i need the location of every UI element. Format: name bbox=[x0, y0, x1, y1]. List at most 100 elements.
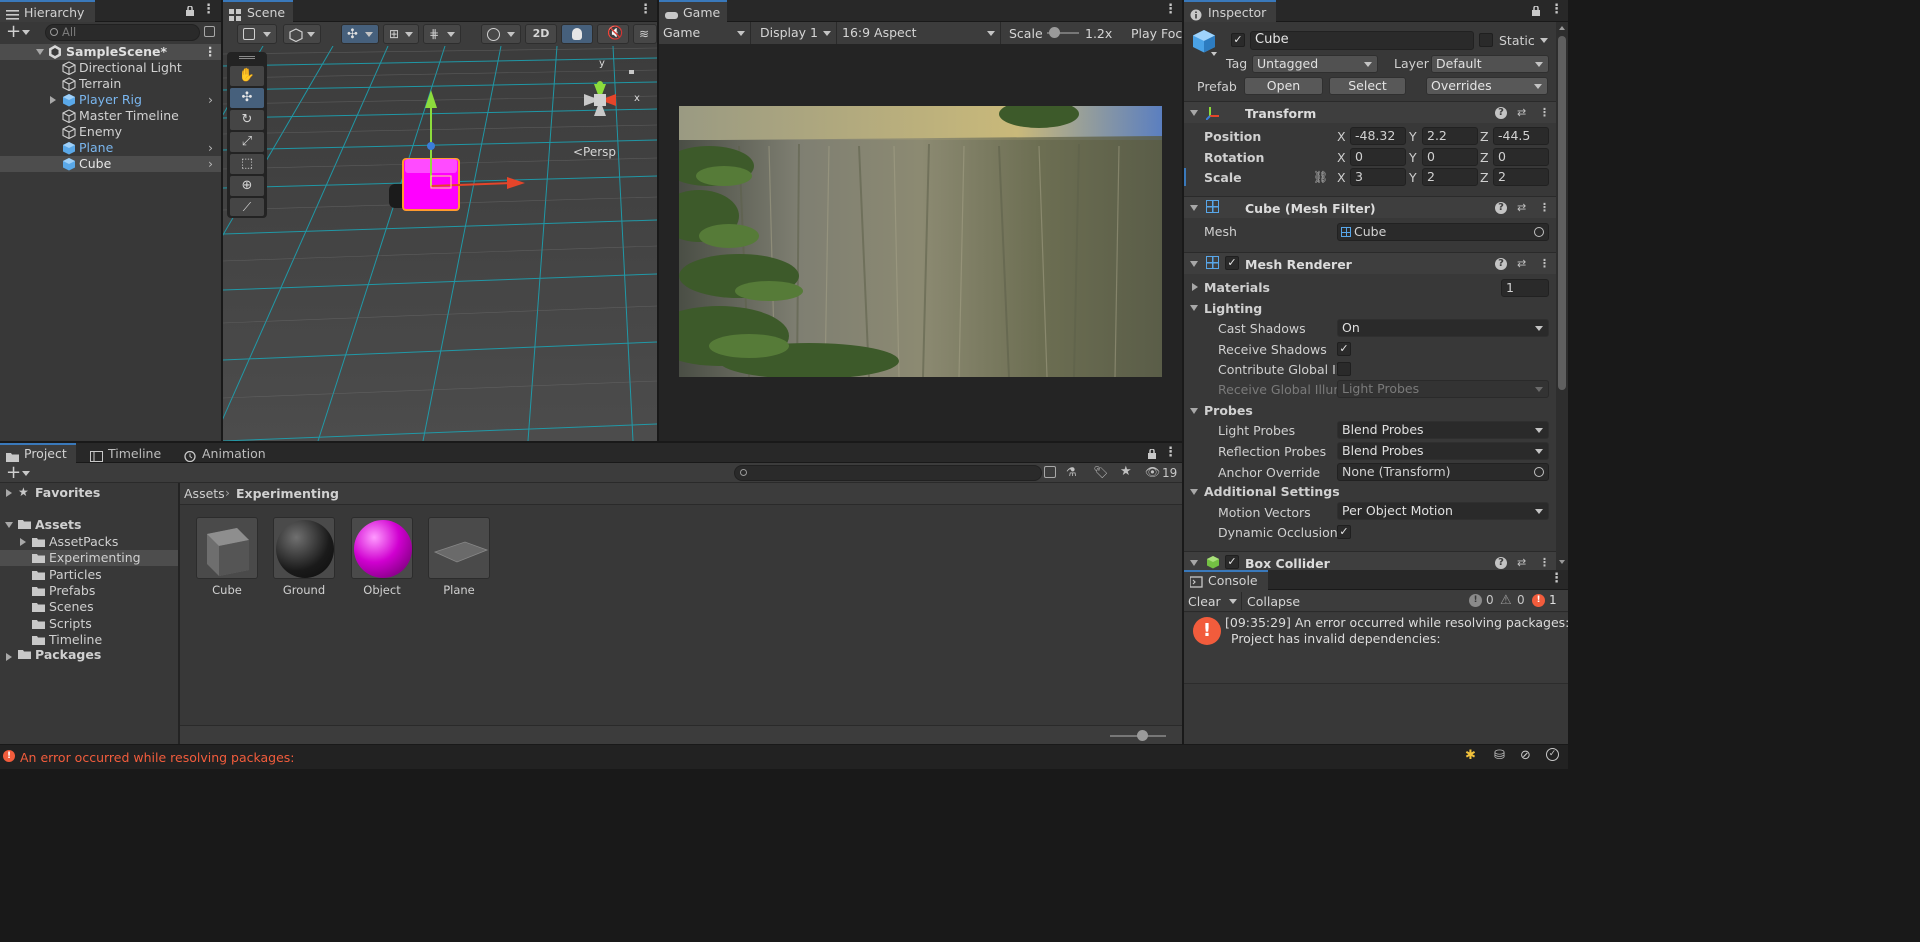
presets-icon[interactable]: ⇄ bbox=[1517, 201, 1526, 214]
fold-closed-icon[interactable] bbox=[6, 489, 12, 497]
tab-game[interactable]: Game bbox=[659, 0, 727, 22]
hand-tool-button[interactable]: ✋ bbox=[230, 66, 264, 86]
draw-mode-button[interactable] bbox=[237, 24, 277, 44]
fold-open-icon[interactable] bbox=[1190, 110, 1198, 116]
axis-y-label[interactable]: Y bbox=[1409, 129, 1417, 144]
hierarchy-item-cube[interactable]: Cube › bbox=[0, 156, 221, 172]
chevron-right-icon[interactable]: › bbox=[208, 156, 213, 172]
add-icon[interactable]: + bbox=[6, 23, 21, 41]
display-dropdown[interactable]: Display 1 bbox=[757, 22, 837, 44]
status-message[interactable]: An error occurred while resolving packag… bbox=[20, 750, 295, 765]
active-checkbox[interactable]: ✓ bbox=[1231, 33, 1245, 47]
fold-open-icon[interactable] bbox=[1190, 205, 1198, 211]
folder-item[interactable]: AssetPacks bbox=[0, 534, 178, 550]
fold-open-icon[interactable] bbox=[1190, 305, 1198, 311]
constrain-proportions-icon[interactable]: ⛓ bbox=[1313, 170, 1328, 184]
breadcrumb-root[interactable]: Assets bbox=[184, 486, 225, 501]
hierarchy-item-enemy[interactable]: Enemy bbox=[0, 124, 221, 140]
chevron-right-icon[interactable]: › bbox=[208, 92, 213, 108]
lighting-bake-icon[interactable]: ✱ bbox=[1465, 748, 1476, 763]
component-menu-icon[interactable]: ⋮ bbox=[1539, 556, 1550, 569]
axis-z-label[interactable]: Z bbox=[1480, 170, 1489, 185]
dynamic-occlusion-checkbox[interactable]: ✓ bbox=[1337, 525, 1351, 539]
transform-scale-y-field[interactable]: 2 bbox=[1422, 168, 1478, 186]
effects-button[interactable]: ≋ bbox=[633, 24, 657, 44]
component-menu-icon[interactable]: ⋮ bbox=[1539, 106, 1550, 119]
help-icon[interactable]: ? bbox=[1495, 107, 1507, 119]
fold-closed-icon[interactable] bbox=[50, 96, 56, 104]
materials-count-field[interactable]: 1 bbox=[1501, 279, 1549, 297]
presets-icon[interactable]: ⇄ bbox=[1517, 556, 1526, 569]
mesh-renderer-enabled-checkbox[interactable]: ✓ bbox=[1225, 256, 1239, 270]
notification-check-icon[interactable]: ✓ bbox=[1546, 748, 1559, 761]
favorites-label[interactable]: Favorites bbox=[35, 485, 100, 500]
box-collider-enabled-checkbox[interactable]: ✓ bbox=[1225, 555, 1239, 569]
anchor-override-field[interactable]: None (Transform) bbox=[1337, 463, 1549, 481]
chevron-down-icon[interactable] bbox=[1211, 52, 1217, 56]
log-filter-button[interactable]: ! 0 bbox=[1469, 593, 1497, 609]
receive-shadows-checkbox[interactable]: ✓ bbox=[1337, 342, 1351, 356]
move-tool-button[interactable]: ✣ bbox=[230, 88, 264, 108]
asset-thumb-plane[interactable] bbox=[428, 517, 490, 579]
game-viewport[interactable] bbox=[659, 44, 1182, 441]
chevron-down-icon[interactable] bbox=[22, 471, 30, 476]
fold-open-icon[interactable] bbox=[1190, 489, 1198, 495]
tab-project[interactable]: Project bbox=[0, 443, 76, 463]
transform-position-y-field[interactable]: 2.2 bbox=[1422, 127, 1478, 145]
tab-timeline[interactable]: Timeline bbox=[84, 443, 170, 463]
light-probes-dropdown[interactable]: Blend Probes bbox=[1337, 421, 1549, 439]
project-menu-icon[interactable]: ⋮ bbox=[1164, 446, 1177, 460]
custom-tool-button[interactable]: ⟋ bbox=[230, 198, 264, 216]
prefab-select-button[interactable]: Select bbox=[1329, 77, 1406, 95]
hierarchy-item-terrain[interactable]: Terrain bbox=[0, 76, 221, 92]
prefab-open-button[interactable]: Open bbox=[1244, 77, 1323, 95]
scale-tool-button[interactable]: ⤢ bbox=[230, 132, 264, 152]
tag-dropdown[interactable]: Untagged bbox=[1252, 55, 1378, 73]
fold-open-icon[interactable] bbox=[1190, 560, 1198, 566]
debug-mode-icon[interactable]: ⊘ bbox=[1520, 748, 1531, 763]
reflection-probes-dropdown[interactable]: Blend Probes bbox=[1337, 442, 1549, 460]
search-by-type-icon[interactable] bbox=[1044, 466, 1056, 478]
transform-handle-button[interactable]: ✣ bbox=[341, 24, 379, 44]
palette-grip[interactable] bbox=[239, 56, 255, 59]
hierarchy-menu-icon[interactable]: ⋮ bbox=[202, 3, 215, 17]
folder-item[interactable]: Experimenting bbox=[0, 550, 178, 567]
transform-position-z-field[interactable]: -44.5 bbox=[1493, 127, 1549, 145]
error-filter-button[interactable]: ! 1 bbox=[1532, 593, 1560, 609]
axis-z-label[interactable]: Z bbox=[1480, 150, 1489, 165]
console-entry[interactable]: ! [09:35:29] An error occurred while res… bbox=[1184, 613, 1569, 684]
clear-button[interactable]: Clear bbox=[1188, 594, 1221, 609]
folder-item[interactable]: Particles bbox=[0, 567, 178, 583]
transform-scale-x-field[interactable]: 3 bbox=[1350, 168, 1406, 186]
tab-scene[interactable]: Scene bbox=[223, 0, 293, 22]
fold-open-icon[interactable] bbox=[1190, 261, 1198, 267]
object-picker-icon[interactable] bbox=[1534, 227, 1544, 237]
fold-open-icon[interactable] bbox=[1190, 408, 1198, 414]
transform-rotation-z-field[interactable]: 0 bbox=[1493, 148, 1549, 166]
axis-y-label[interactable]: Y bbox=[1409, 170, 1417, 185]
move-gizmo[interactable] bbox=[393, 86, 533, 216]
fold-closed-icon[interactable] bbox=[1192, 283, 1198, 291]
collapse-button[interactable]: Collapse bbox=[1247, 594, 1300, 609]
tab-hierarchy[interactable]: Hierarchy bbox=[0, 0, 95, 22]
folder-item[interactable]: Prefabs bbox=[0, 583, 178, 599]
help-icon[interactable]: ? bbox=[1495, 258, 1507, 270]
rect-tool-button[interactable]: ⬚ bbox=[230, 154, 264, 174]
orientation-gizmo[interactable] bbox=[563, 60, 643, 140]
presets-icon[interactable]: ⇄ bbox=[1517, 257, 1526, 270]
fold-closed-icon[interactable] bbox=[20, 538, 26, 546]
favorite-star-icon[interactable]: ★ bbox=[1120, 464, 1132, 479]
assets-label[interactable]: Assets bbox=[35, 517, 81, 532]
prefab-overrides-dropdown[interactable]: Overrides bbox=[1426, 77, 1548, 95]
game-menu-icon[interactable]: ⋮ bbox=[1164, 3, 1177, 17]
scene-menu-icon[interactable]: ⋮ bbox=[639, 3, 652, 17]
axis-x-label[interactable]: X bbox=[1337, 170, 1346, 185]
scroll-down-icon[interactable] bbox=[1559, 560, 1565, 564]
folder-item[interactable]: Scenes bbox=[0, 599, 178, 615]
hierarchy-item-player-rig[interactable]: Player Rig › bbox=[0, 92, 221, 108]
inspector-scrollbar[interactable] bbox=[1556, 22, 1568, 570]
asset-thumb-object[interactable] bbox=[351, 517, 413, 579]
toggle-2d-button[interactable]: 2D bbox=[525, 24, 557, 44]
warning-filter-button[interactable]: ⚠ 0 bbox=[1500, 593, 1528, 609]
cast-shadows-dropdown[interactable]: On bbox=[1337, 319, 1549, 337]
